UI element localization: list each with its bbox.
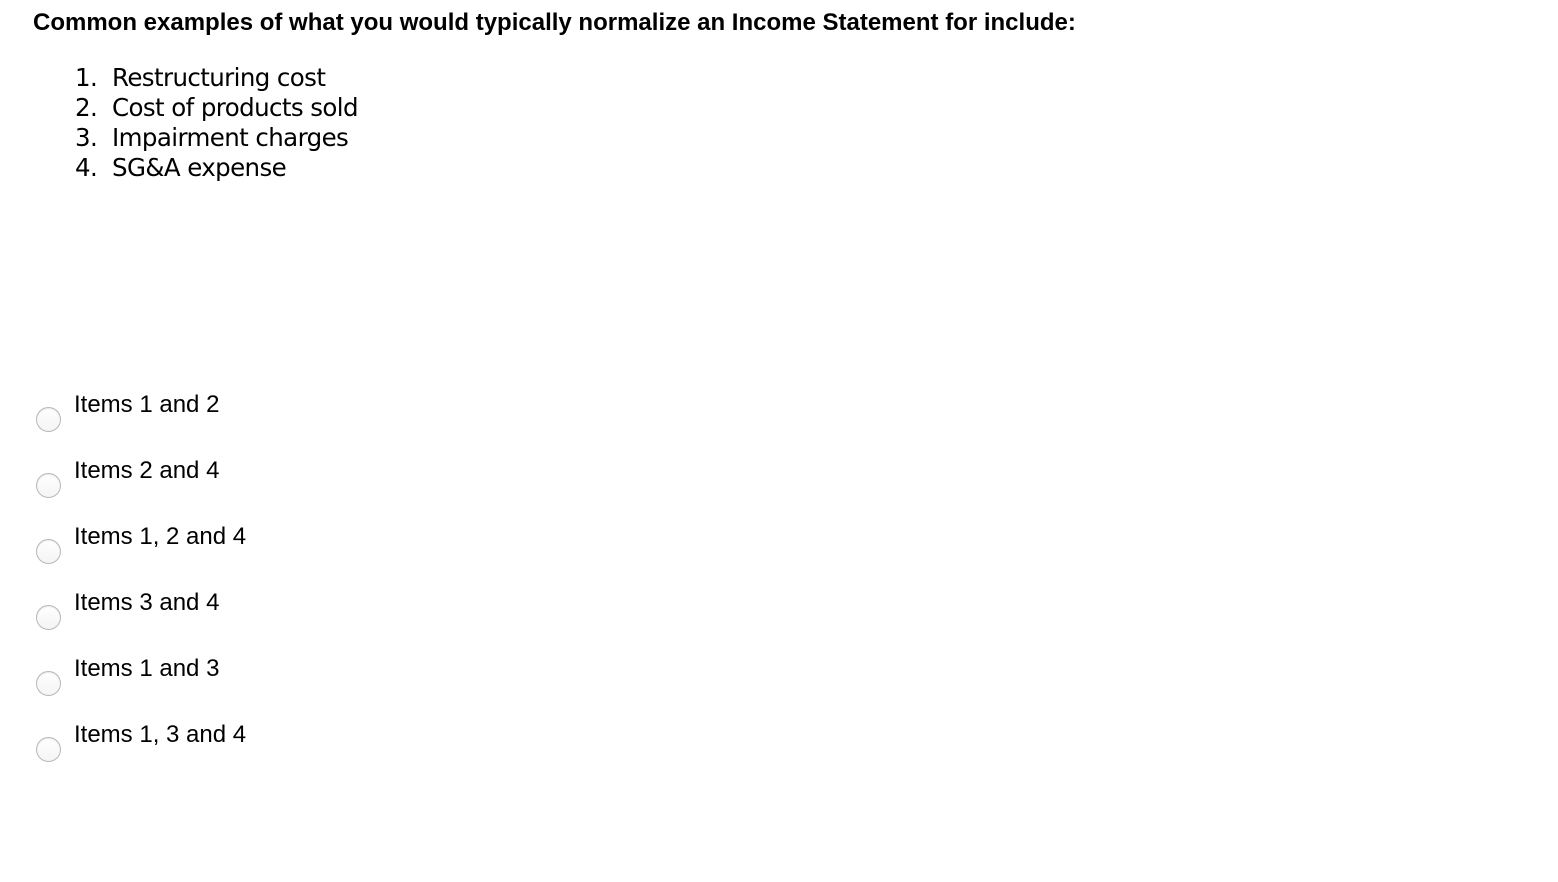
answer-option-label[interactable]: Items 1, 3 and 4 xyxy=(74,721,246,749)
radio-button[interactable] xyxy=(36,737,61,762)
example-number: 3. xyxy=(75,123,98,152)
example-number: 1. xyxy=(75,63,98,92)
answer-option[interactable]: Items 1, 2 and 4 xyxy=(36,523,436,564)
radio-button[interactable] xyxy=(36,605,61,630)
answer-option-label[interactable]: Items 1 and 2 xyxy=(74,391,219,419)
example-number: 4. xyxy=(75,153,98,182)
examples-list: 1. Restructuring cost 2. Cost of product… xyxy=(75,63,359,183)
answer-option[interactable]: Items 2 and 4 xyxy=(36,457,436,498)
answer-option-label[interactable]: Items 1 and 3 xyxy=(74,655,219,683)
example-text: Restructuring cost xyxy=(112,63,326,92)
example-item: 3. Impairment charges xyxy=(75,123,358,153)
radio-button[interactable] xyxy=(36,407,61,432)
radio-button[interactable] xyxy=(36,473,61,498)
answer-option[interactable]: Items 1 and 3 xyxy=(36,655,436,696)
example-item: 1. Restructuring cost xyxy=(75,63,358,93)
example-number: 2. xyxy=(75,93,98,122)
example-text: Cost of products sold xyxy=(112,93,359,122)
example-text: Impairment charges xyxy=(112,123,349,152)
answer-option[interactable]: Items 3 and 4 xyxy=(36,589,436,630)
example-item: 4. SG&A expense xyxy=(75,153,358,183)
answer-option[interactable]: Items 1, 3 and 4 xyxy=(36,721,436,762)
answer-option-label[interactable]: Items 3 and 4 xyxy=(74,589,219,617)
answer-option[interactable]: Items 1 and 2 xyxy=(36,391,436,432)
answer-option-label[interactable]: Items 2 and 4 xyxy=(74,457,219,485)
radio-button[interactable] xyxy=(36,671,61,696)
answer-option-label[interactable]: Items 1, 2 and 4 xyxy=(74,523,246,551)
example-item: 2. Cost of products sold xyxy=(75,93,359,123)
question-prompt: Common examples of what you would typica… xyxy=(33,9,1076,36)
radio-button[interactable] xyxy=(36,539,61,564)
example-text: SG&A expense xyxy=(112,153,287,182)
